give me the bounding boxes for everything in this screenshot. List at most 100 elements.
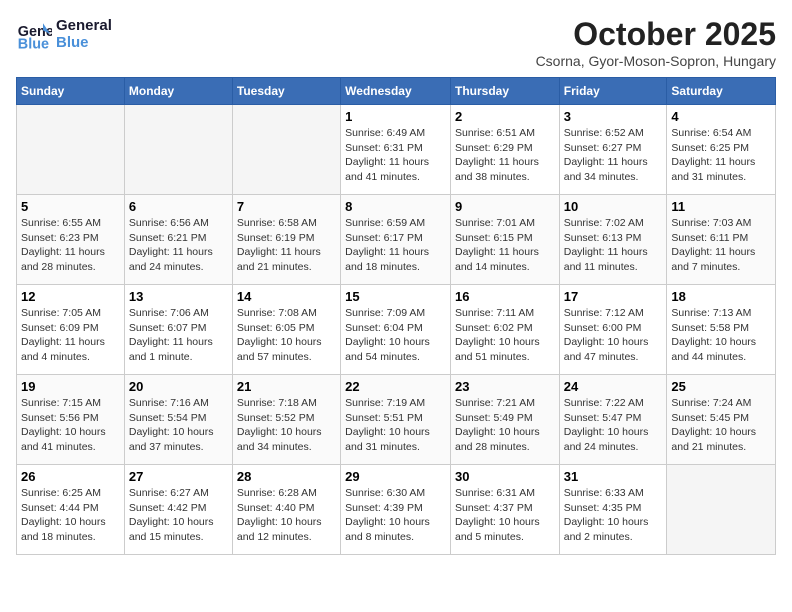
calendar-table: SundayMondayTuesdayWednesdayThursdayFrid… bbox=[16, 77, 776, 555]
month-title: October 2025 bbox=[536, 16, 776, 53]
calendar-cell: 13 Sunrise: 7:06 AM Sunset: 6:07 PM Dayli… bbox=[124, 285, 232, 375]
title-block: October 2025 Csorna, Gyor-Moson-Sopron, … bbox=[536, 16, 776, 69]
logo-icon: General Blue bbox=[16, 16, 52, 52]
day-info: Sunrise: 7:12 AM Sunset: 6:00 PM Dayligh… bbox=[564, 306, 663, 365]
calendar-cell: 28 Sunrise: 6:28 AM Sunset: 4:40 PM Dayli… bbox=[232, 465, 340, 555]
day-info: Sunrise: 7:06 AM Sunset: 6:07 PM Dayligh… bbox=[129, 306, 228, 365]
day-info: Sunrise: 7:21 AM Sunset: 5:49 PM Dayligh… bbox=[455, 396, 555, 455]
day-info: Sunrise: 7:15 AM Sunset: 5:56 PM Dayligh… bbox=[21, 396, 120, 455]
week-row: 12 Sunrise: 7:05 AM Sunset: 6:09 PM Dayli… bbox=[17, 285, 776, 375]
day-info: Sunrise: 6:49 AM Sunset: 6:31 PM Dayligh… bbox=[345, 126, 446, 185]
calendar-cell: 6 Sunrise: 6:56 AM Sunset: 6:21 PM Daylig… bbox=[124, 195, 232, 285]
day-number: 27 bbox=[129, 469, 228, 484]
day-info: Sunrise: 7:18 AM Sunset: 5:52 PM Dayligh… bbox=[237, 396, 336, 455]
day-info: Sunrise: 7:01 AM Sunset: 6:15 PM Dayligh… bbox=[455, 216, 555, 275]
day-number: 16 bbox=[455, 289, 555, 304]
day-number: 25 bbox=[671, 379, 771, 394]
day-info: Sunrise: 7:13 AM Sunset: 5:58 PM Dayligh… bbox=[671, 306, 771, 365]
day-info: Sunrise: 6:27 AM Sunset: 4:42 PM Dayligh… bbox=[129, 486, 228, 545]
day-number: 6 bbox=[129, 199, 228, 214]
weekday-header: Monday bbox=[124, 78, 232, 105]
day-number: 21 bbox=[237, 379, 336, 394]
day-number: 17 bbox=[564, 289, 663, 304]
calendar-cell: 7Sunrise: 6:58 AM Sunset: 6:19 PM Daylig… bbox=[232, 195, 340, 285]
day-info: Sunrise: 6:54 AM Sunset: 6:25 PM Dayligh… bbox=[671, 126, 771, 185]
logo: General Blue General Blue bbox=[16, 16, 112, 52]
calendar-cell bbox=[232, 105, 340, 195]
day-number: 2 bbox=[455, 109, 555, 124]
day-info: Sunrise: 6:31 AM Sunset: 4:37 PM Dayligh… bbox=[455, 486, 555, 545]
week-row: 19Sunrise: 7:15 AM Sunset: 5:56 PM Dayli… bbox=[17, 375, 776, 465]
calendar-cell: 15 Sunrise: 7:09 AM Sunset: 6:04 PM Dayli… bbox=[341, 285, 451, 375]
day-number: 11 bbox=[671, 199, 771, 214]
logo-line1: General bbox=[56, 17, 112, 34]
week-row: 26 Sunrise: 6:25 AM Sunset: 4:44 PM Dayli… bbox=[17, 465, 776, 555]
day-info: Sunrise: 7:05 AM Sunset: 6:09 PM Dayligh… bbox=[21, 306, 120, 365]
weekday-header-row: SundayMondayTuesdayWednesdayThursdayFrid… bbox=[17, 78, 776, 105]
day-number: 15 bbox=[345, 289, 446, 304]
day-number: 28 bbox=[237, 469, 336, 484]
weekday-header: Tuesday bbox=[232, 78, 340, 105]
calendar-cell: 9 Sunrise: 7:01 AM Sunset: 6:15 PM Daylig… bbox=[450, 195, 559, 285]
calendar-cell: 2 Sunrise: 6:51 AM Sunset: 6:29 PM Daylig… bbox=[450, 105, 559, 195]
day-number: 10 bbox=[564, 199, 663, 214]
weekday-header: Sunday bbox=[17, 78, 125, 105]
calendar-cell: 22Sunrise: 7:19 AM Sunset: 5:51 PM Dayli… bbox=[341, 375, 451, 465]
day-info: Sunrise: 6:33 AM Sunset: 4:35 PM Dayligh… bbox=[564, 486, 663, 545]
calendar-cell: 16Sunrise: 7:11 AM Sunset: 6:02 PM Dayli… bbox=[450, 285, 559, 375]
calendar-cell bbox=[667, 465, 776, 555]
day-info: Sunrise: 6:58 AM Sunset: 6:19 PM Dayligh… bbox=[237, 216, 336, 275]
calendar-cell: 29 Sunrise: 6:30 AM Sunset: 4:39 PM Dayli… bbox=[341, 465, 451, 555]
day-info: Sunrise: 7:16 AM Sunset: 5:54 PM Dayligh… bbox=[129, 396, 228, 455]
day-number: 12 bbox=[21, 289, 120, 304]
calendar-cell: 11 Sunrise: 7:03 AM Sunset: 6:11 PM Dayli… bbox=[667, 195, 776, 285]
week-row: 1 Sunrise: 6:49 AM Sunset: 6:31 PM Daylig… bbox=[17, 105, 776, 195]
day-info: Sunrise: 6:56 AM Sunset: 6:21 PM Dayligh… bbox=[129, 216, 228, 275]
calendar-cell: 12 Sunrise: 7:05 AM Sunset: 6:09 PM Dayli… bbox=[17, 285, 125, 375]
calendar-cell: 18Sunrise: 7:13 AM Sunset: 5:58 PM Dayli… bbox=[667, 285, 776, 375]
calendar-cell: 4 Sunrise: 6:54 AM Sunset: 6:25 PM Daylig… bbox=[667, 105, 776, 195]
day-info: Sunrise: 6:51 AM Sunset: 6:29 PM Dayligh… bbox=[455, 126, 555, 185]
day-number: 1 bbox=[345, 109, 446, 124]
calendar-cell: 30 Sunrise: 6:31 AM Sunset: 4:37 PM Dayli… bbox=[450, 465, 559, 555]
day-number: 24 bbox=[564, 379, 663, 394]
day-number: 20 bbox=[129, 379, 228, 394]
day-number: 9 bbox=[455, 199, 555, 214]
day-info: Sunrise: 6:59 AM Sunset: 6:17 PM Dayligh… bbox=[345, 216, 446, 275]
calendar-cell: 1 Sunrise: 6:49 AM Sunset: 6:31 PM Daylig… bbox=[341, 105, 451, 195]
page-header: General Blue General Blue October 2025 C… bbox=[16, 16, 776, 69]
day-number: 29 bbox=[345, 469, 446, 484]
calendar-cell: 20 Sunrise: 7:16 AM Sunset: 5:54 PM Dayli… bbox=[124, 375, 232, 465]
day-info: Sunrise: 7:02 AM Sunset: 6:13 PM Dayligh… bbox=[564, 216, 663, 275]
day-number: 23 bbox=[455, 379, 555, 394]
day-info: Sunrise: 6:28 AM Sunset: 4:40 PM Dayligh… bbox=[237, 486, 336, 545]
calendar-cell bbox=[124, 105, 232, 195]
calendar-cell: 31 Sunrise: 6:33 AM Sunset: 4:35 PM Dayli… bbox=[559, 465, 667, 555]
day-number: 30 bbox=[455, 469, 555, 484]
day-number: 3 bbox=[564, 109, 663, 124]
weekday-header: Wednesday bbox=[341, 78, 451, 105]
day-number: 26 bbox=[21, 469, 120, 484]
calendar-cell: 21 Sunrise: 7:18 AM Sunset: 5:52 PM Dayli… bbox=[232, 375, 340, 465]
day-number: 13 bbox=[129, 289, 228, 304]
day-info: Sunrise: 6:30 AM Sunset: 4:39 PM Dayligh… bbox=[345, 486, 446, 545]
calendar-cell: 3 Sunrise: 6:52 AM Sunset: 6:27 PM Daylig… bbox=[559, 105, 667, 195]
day-info: Sunrise: 6:25 AM Sunset: 4:44 PM Dayligh… bbox=[21, 486, 120, 545]
location-subtitle: Csorna, Gyor-Moson-Sopron, Hungary bbox=[536, 53, 776, 69]
day-info: Sunrise: 6:55 AM Sunset: 6:23 PM Dayligh… bbox=[21, 216, 120, 275]
logo-line2: Blue bbox=[56, 34, 112, 51]
day-number: 4 bbox=[671, 109, 771, 124]
weekday-header: Thursday bbox=[450, 78, 559, 105]
day-info: Sunrise: 7:22 AM Sunset: 5:47 PM Dayligh… bbox=[564, 396, 663, 455]
calendar-cell: 17 Sunrise: 7:12 AM Sunset: 6:00 PM Dayli… bbox=[559, 285, 667, 375]
day-info: Sunrise: 6:52 AM Sunset: 6:27 PM Dayligh… bbox=[564, 126, 663, 185]
day-number: 31 bbox=[564, 469, 663, 484]
day-number: 22 bbox=[345, 379, 446, 394]
calendar-cell bbox=[17, 105, 125, 195]
day-info: Sunrise: 7:09 AM Sunset: 6:04 PM Dayligh… bbox=[345, 306, 446, 365]
calendar-cell: 23 Sunrise: 7:21 AM Sunset: 5:49 PM Dayli… bbox=[450, 375, 559, 465]
calendar-cell: 14Sunrise: 7:08 AM Sunset: 6:05 PM Dayli… bbox=[232, 285, 340, 375]
day-info: Sunrise: 7:03 AM Sunset: 6:11 PM Dayligh… bbox=[671, 216, 771, 275]
calendar-cell: 19Sunrise: 7:15 AM Sunset: 5:56 PM Dayli… bbox=[17, 375, 125, 465]
day-number: 14 bbox=[237, 289, 336, 304]
